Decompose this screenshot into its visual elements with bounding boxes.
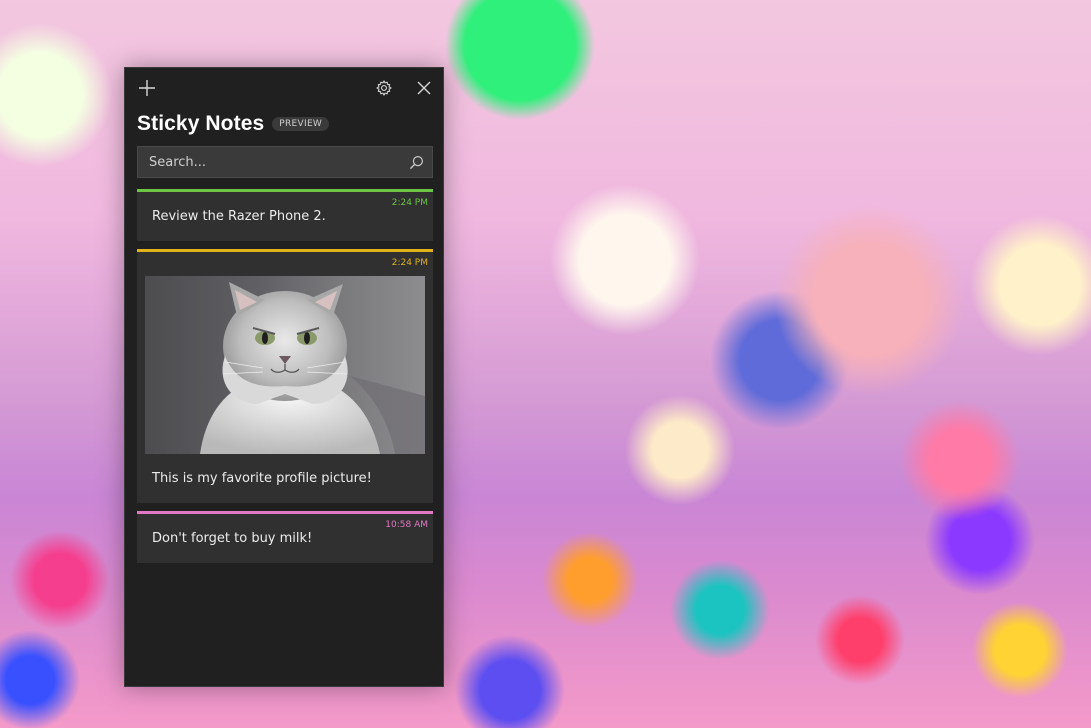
note-text: Don't forget to buy milk! [152, 531, 313, 546]
app-title: Sticky Notes [137, 112, 265, 135]
note-card[interactable]: 2:24 PM This is my favorite profile pict… [137, 249, 433, 503]
note-card[interactable]: 2:24 PM Review the Razer Phone 2. [137, 189, 433, 241]
app-header: Sticky Notes PREVIEW [137, 112, 330, 136]
note-timestamp: 2:24 PM [391, 258, 428, 268]
note-color-bar [137, 189, 433, 192]
note-text: This is my favorite profile picture! [152, 471, 372, 486]
close-icon [417, 81, 431, 95]
settings-button[interactable] [372, 76, 396, 100]
note-text: Review the Razer Phone 2. [152, 209, 326, 224]
sticky-notes-window: Sticky Notes PREVIEW 2:24 PM Review the … [124, 67, 444, 687]
search-box [137, 146, 433, 178]
gear-icon [376, 80, 392, 96]
note-timestamp: 2:24 PM [391, 198, 428, 208]
cat-photo [145, 276, 425, 454]
add-note-button[interactable] [135, 76, 159, 100]
note-color-bar [137, 249, 433, 252]
title-bar [125, 68, 443, 108]
desktop-wallpaper: Sticky Notes PREVIEW 2:24 PM Review the … [0, 0, 1091, 728]
preview-badge: PREVIEW [272, 117, 330, 131]
search-input[interactable] [138, 153, 400, 171]
note-color-bar [137, 511, 433, 514]
note-timestamp: 10:58 AM [385, 520, 428, 530]
close-button[interactable] [412, 76, 436, 100]
note-card[interactable]: 10:58 AM Don't forget to buy milk! [137, 511, 433, 563]
plus-icon [139, 80, 155, 96]
search-icon[interactable] [400, 147, 432, 177]
